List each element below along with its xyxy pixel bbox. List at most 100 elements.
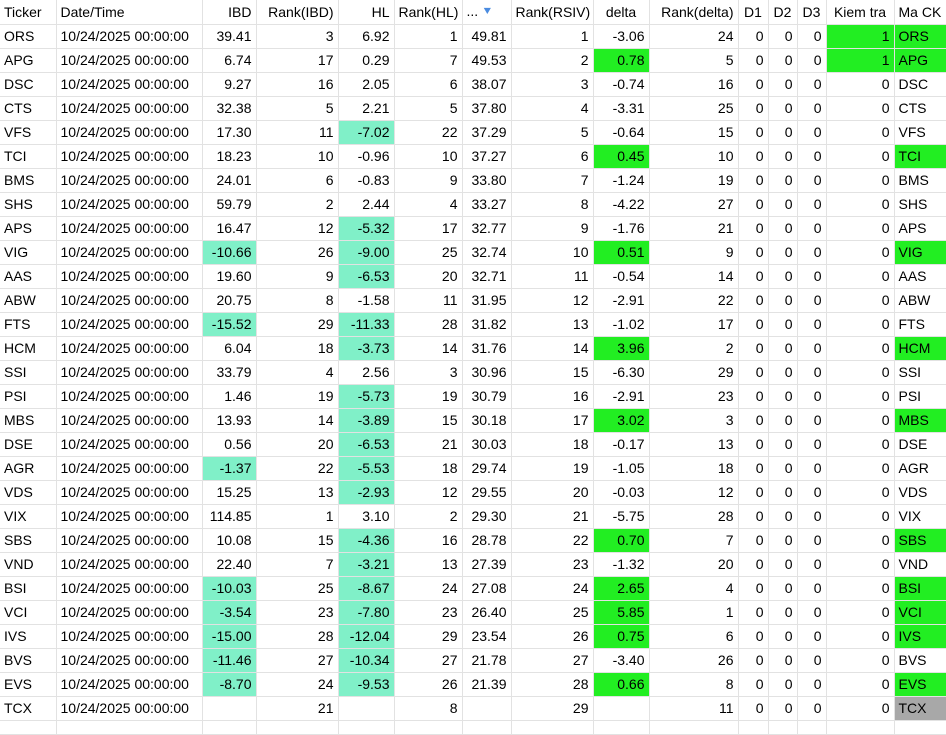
cell-rsiv[interactable]: 38.07 [462, 72, 512, 97]
cell-rank-rsiv[interactable]: 13 [511, 312, 594, 337]
cell-d2[interactable]: 0 [768, 240, 798, 265]
cell-rank-rsiv[interactable]: 16 [511, 384, 594, 409]
cell-d1[interactable]: 0 [738, 528, 769, 553]
cell-rank-rsiv[interactable]: 15 [511, 360, 594, 385]
cell-d2[interactable]: 0 [768, 336, 798, 361]
cell-kiem-tra[interactable]: 0 [826, 312, 895, 337]
cell-hl[interactable]: -0.83 [338, 168, 395, 193]
cell-ticker[interactable]: VDS [0, 480, 57, 505]
table-row[interactable]: VIX 10/24/2025 00:00:00 114.85 1 3.10 2 29.30 2… [0, 504, 946, 529]
table-row[interactable]: ABW 10/24/2025 00:00:00 20.75 8 -1.58 11 31.95… [0, 288, 946, 313]
cell-rsiv[interactable]: 27.39 [462, 552, 512, 577]
cell-d3[interactable]: 0 [797, 480, 827, 505]
cell-rank-delta[interactable]: 8 [649, 672, 739, 697]
cell-ticker[interactable]: VND [0, 552, 57, 577]
cell-rank-delta[interactable]: 11 [649, 696, 739, 721]
cell-rank-delta[interactable]: 20 [649, 552, 739, 577]
cell-d2[interactable]: 0 [768, 696, 798, 721]
cell-d1[interactable]: 0 [738, 336, 769, 361]
cell-rank-rsiv[interactable]: 1 [511, 24, 594, 49]
col-header-rank-hl[interactable]: Rank(HL) [394, 0, 463, 25]
cell-ma-ck[interactable]: AGR [894, 456, 946, 481]
cell-ibd[interactable]: 24.01 [202, 168, 257, 193]
cell-d1[interactable]: 0 [738, 24, 769, 49]
cell-kiem-tra[interactable]: 0 [826, 120, 895, 145]
cell-rsiv[interactable]: 21.39 [462, 672, 512, 697]
cell-ticker[interactable]: ORS [0, 24, 57, 49]
cell-rank-rsiv[interactable]: 17 [511, 408, 594, 433]
cell-ma-ck[interactable]: APG [894, 48, 946, 73]
cell-d2[interactable]: 0 [768, 624, 798, 649]
cell-kiem-tra[interactable]: 0 [826, 504, 895, 529]
table-row[interactable]: IVS 10/24/2025 00:00:00 -15.00 28 -12.04 29 23… [0, 624, 946, 649]
cell-rank-ibd[interactable]: 12 [256, 216, 339, 241]
cell-d1[interactable]: 0 [738, 384, 769, 409]
cell-rsiv[interactable]: 30.96 [462, 360, 512, 385]
cell-ibd[interactable]: 33.79 [202, 360, 257, 385]
cell-rank-delta[interactable]: 1 [649, 600, 739, 625]
table-row[interactable]: ORS 10/24/2025 00:00:00 39.41 3 6.92 1 49.81 1-… [0, 24, 946, 49]
cell-d1[interactable]: 0 [738, 672, 769, 697]
cell-rank-delta[interactable]: 9 [649, 240, 739, 265]
cell-ibd[interactable]: 32.38 [202, 96, 257, 121]
cell-ticker[interactable]: IVS [0, 624, 57, 649]
cell-rank-ibd[interactable]: 6 [256, 168, 339, 193]
cell-rank-hl[interactable]: 6 [394, 72, 463, 97]
cell-datetime[interactable]: 10/24/2025 00:00:00 [56, 528, 203, 553]
cell-ticker[interactable]: DSC [0, 72, 57, 97]
cell-rank-hl[interactable]: 15 [394, 408, 463, 433]
cell-rank-delta[interactable]: 25 [649, 96, 739, 121]
cell-ma-ck[interactable]: FTS [894, 312, 946, 337]
cell-datetime[interactable]: 10/24/2025 00:00:00 [56, 696, 203, 721]
cell-d2[interactable]: 0 [768, 264, 798, 289]
cell-ticker[interactable]: SBS [0, 528, 57, 553]
cell-rank-hl[interactable]: 23 [394, 600, 463, 625]
cell-hl[interactable]: 2.05 [338, 72, 395, 97]
cell-rank-delta[interactable]: 22 [649, 288, 739, 313]
cell-d3[interactable]: 0 [797, 120, 827, 145]
col-header-datetime[interactable]: Date/Time [56, 0, 203, 25]
cell-delta[interactable]: 3.96 [593, 336, 650, 361]
cell-delta[interactable]: 3.02 [593, 408, 650, 433]
cell-d1[interactable]: 0 [738, 96, 769, 121]
cell-ibd[interactable]: 6.74 [202, 48, 257, 73]
cell-rank-hl[interactable]: 16 [394, 528, 463, 553]
cell-ticker[interactable]: ABW [0, 288, 57, 313]
cell-datetime[interactable]: 10/24/2025 00:00:00 [56, 96, 203, 121]
cell-rank-rsiv[interactable]: 22 [511, 528, 594, 553]
cell-ma-ck[interactable]: BMS [894, 168, 946, 193]
cell-ibd[interactable]: 18.23 [202, 144, 257, 169]
cell-rank-ibd[interactable]: 3 [256, 24, 339, 49]
cell-ma-ck[interactable]: CTS [894, 96, 946, 121]
col-header-d2[interactable]: D2 [768, 0, 798, 25]
cell-rank-rsiv[interactable]: 5 [511, 120, 594, 145]
cell-rank-ibd[interactable]: 25 [256, 576, 339, 601]
col-header-d1[interactable]: D1 [738, 0, 769, 25]
table-row[interactable]: MBS 10/24/2025 00:00:00 13.93 14 -3.89 15 30.1… [0, 408, 946, 433]
cell-rank-hl[interactable]: 11 [394, 288, 463, 313]
cell-d1[interactable]: 0 [738, 360, 769, 385]
cell-ma-ck[interactable]: VDS [894, 480, 946, 505]
cell-d3[interactable]: 0 [797, 672, 827, 697]
cell-rank-ibd[interactable]: 1 [256, 504, 339, 529]
cell-rank-delta[interactable]: 14 [649, 264, 739, 289]
cell-d3[interactable]: 0 [797, 192, 827, 217]
cell-ticker[interactable]: VIX [0, 504, 57, 529]
cell-rank-delta[interactable]: 2 [649, 336, 739, 361]
cell-d2[interactable]: 0 [768, 528, 798, 553]
table-row[interactable]: DSC 10/24/2025 00:00:00 9.27 16 2.05 6 38.07 3-… [0, 72, 946, 97]
cell-ma-ck[interactable]: DSE [894, 432, 946, 457]
cell-rank-ibd[interactable]: 11 [256, 120, 339, 145]
cell-kiem-tra[interactable]: 0 [826, 528, 895, 553]
cell-rank-ibd[interactable]: 28 [256, 624, 339, 649]
cell-datetime[interactable]: 10/24/2025 00:00:00 [56, 360, 203, 385]
cell-d1[interactable]: 0 [738, 648, 769, 673]
cell-hl[interactable]: -1.58 [338, 288, 395, 313]
cell-kiem-tra[interactable]: 1 [826, 24, 895, 49]
cell-ticker[interactable]: VFS [0, 120, 57, 145]
cell-d2[interactable]: 0 [768, 432, 798, 457]
cell-ibd[interactable]: 39.41 [202, 24, 257, 49]
cell-rank-rsiv[interactable]: 25 [511, 600, 594, 625]
cell-rank-hl[interactable]: 29 [394, 624, 463, 649]
cell-delta[interactable]: -4.22 [593, 192, 650, 217]
